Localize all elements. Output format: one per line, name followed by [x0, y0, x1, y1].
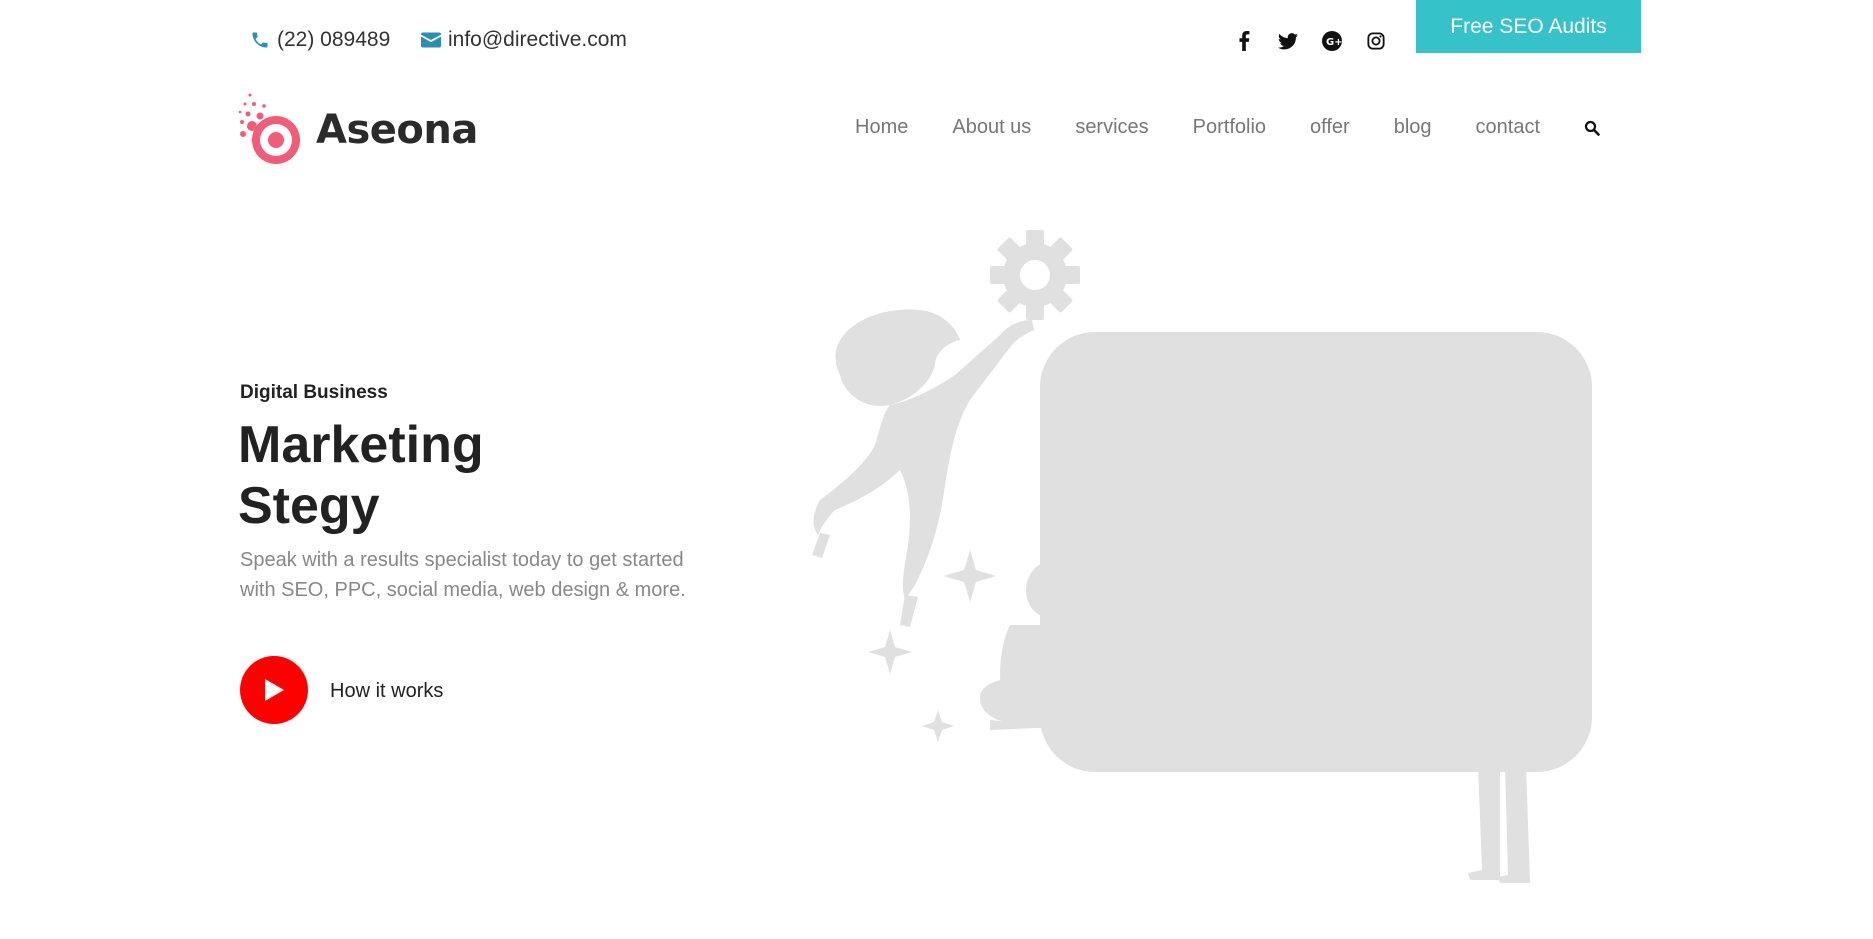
brand-name: Aseona [316, 107, 478, 153]
hero-title: Marketing Stegy [238, 415, 484, 537]
logo-mark-icon [238, 93, 300, 164]
instagram-icon[interactable] [1365, 30, 1387, 52]
nav-item-contact[interactable]: contact [1476, 116, 1540, 139]
svg-text:G+: G+ [1326, 37, 1342, 48]
nav-item-services[interactable]: services [1075, 116, 1148, 139]
play-icon [265, 679, 284, 701]
email-contact[interactable]: info@directive.com [421, 28, 627, 52]
search-icon[interactable] [1584, 120, 1600, 136]
hero-eyebrow: Digital Business [240, 382, 388, 403]
flying-figure [812, 309, 1034, 627]
phone-icon [252, 32, 268, 48]
gear-icon [990, 230, 1080, 320]
brand-logo[interactable]: Aseona [238, 92, 478, 168]
hero-illustration [812, 230, 1592, 883]
hero-description: Speak with a results specialist today to… [240, 549, 686, 601]
envelope-icon [421, 32, 441, 48]
sparkle-icon [868, 630, 912, 674]
sparkle-icon [922, 710, 954, 742]
facebook-icon[interactable] [1233, 30, 1255, 52]
how-it-works-link[interactable]: How it works [330, 680, 443, 703]
nav-item-portfolio[interactable]: Portfolio [1193, 116, 1266, 139]
phone-number: (22) 089489 [277, 28, 391, 51]
play-video-button[interactable] [240, 656, 308, 724]
phone-contact[interactable]: (22) 089489 [250, 28, 390, 52]
email-address: info@directive.com [448, 28, 627, 51]
twitter-icon[interactable] [1277, 30, 1299, 52]
free-seo-audits-button[interactable]: Free SEO Audits [1416, 0, 1641, 53]
nav-item-blog[interactable]: blog [1394, 116, 1432, 139]
social-links: G+ [1233, 30, 1387, 52]
main-nav: Home About us services Portfolio offer b… [855, 116, 1600, 139]
google-plus-icon[interactable]: G+ [1321, 30, 1343, 52]
nav-item-offer[interactable]: offer [1310, 116, 1350, 139]
top-bar: (22) 089489 info@directive.com G+ Free S… [0, 0, 1873, 70]
hero-title-line-2: Stegy [238, 477, 380, 535]
hero-title-line-1: Marketing [238, 416, 484, 474]
nav-item-home[interactable]: Home [855, 116, 908, 139]
nav-item-about[interactable]: About us [952, 116, 1031, 139]
sparkle-icon [944, 550, 996, 602]
board-stand [1468, 765, 1530, 883]
